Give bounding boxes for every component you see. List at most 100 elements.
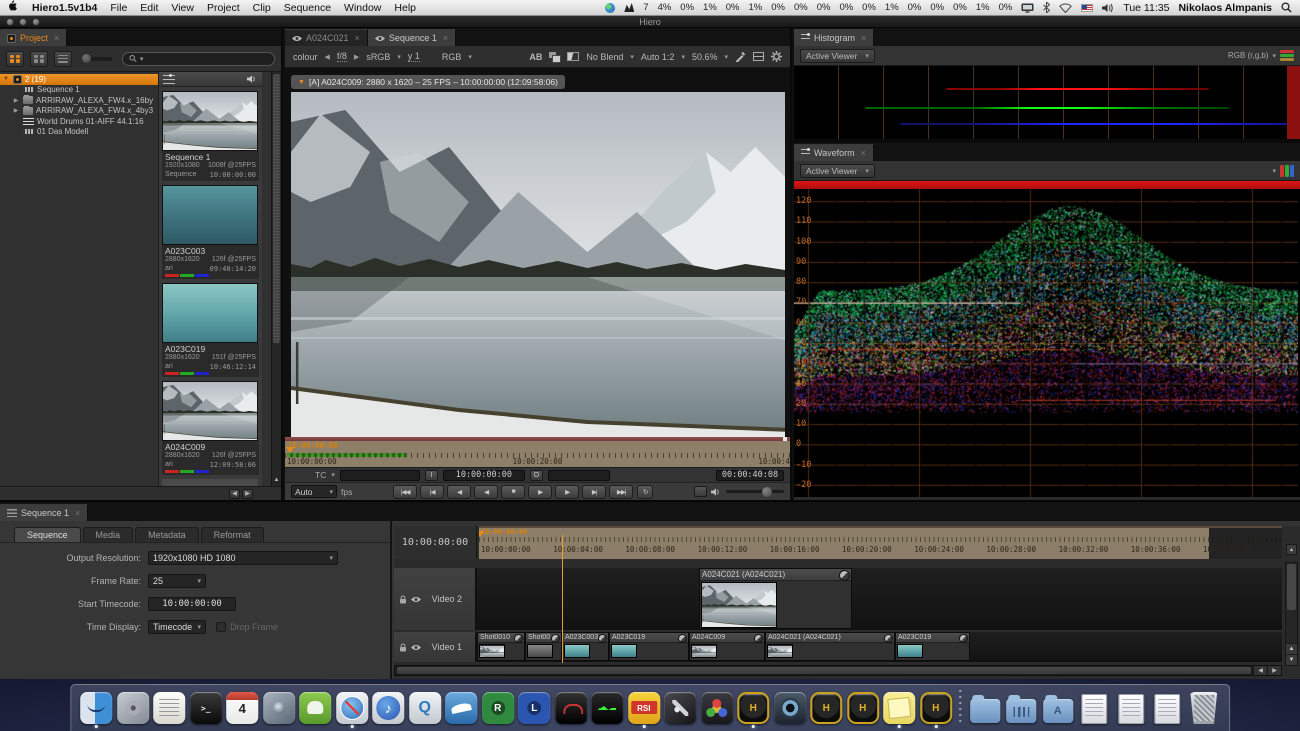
playhead-icon[interactable] <box>479 531 484 541</box>
menu-help[interactable]: Help <box>394 2 416 14</box>
dock-openoffice[interactable] <box>444 688 478 728</box>
out-point-field[interactable] <box>548 470 610 481</box>
next-edit-button[interactable]: ▶| <box>582 485 606 499</box>
safe-area-icon[interactable] <box>753 52 764 61</box>
view-mode-grid-button[interactable] <box>6 51 24 67</box>
colorspace-select[interactable]: sRGB <box>366 52 390 62</box>
zoom-select[interactable]: 50.6% <box>692 52 718 62</box>
fast-user-switch-menu[interactable]: Nikolaos Almpanis <box>1178 2 1272 14</box>
dock-ical[interactable]: 4 <box>225 688 259 728</box>
dock-stack-window-2[interactable] <box>1114 688 1148 728</box>
histogram-mode-label[interactable]: RGB (r,g,b) <box>1228 51 1268 60</box>
track-header[interactable]: Video 2 <box>394 568 477 630</box>
scroll-down-icon[interactable]: ▼ <box>1286 654 1297 665</box>
frame-forward-button[interactable]: ▶ <box>555 485 579 499</box>
tree-item-2-19[interactable]: ▼2 (19) <box>0 74 158 85</box>
dock-hieroplayer[interactable]: H <box>846 688 880 728</box>
dock-quicktime[interactable]: Q <box>408 688 442 728</box>
dock-folder-applications[interactable]: A <box>1041 688 1075 728</box>
rgb-stack-icon[interactable] <box>1280 50 1294 61</box>
current-timecode-field[interactable]: 10:00:00:00 <box>443 470 525 481</box>
ruler-options-button[interactable]: ▴ <box>1286 544 1297 555</box>
tab-sequence[interactable]: Sequence <box>14 527 81 542</box>
view-mode-list-button[interactable] <box>54 51 72 67</box>
tc-mode-select[interactable]: TC <box>315 470 326 480</box>
eye-icon[interactable] <box>411 596 421 603</box>
dock-hiero[interactable]: H <box>736 688 770 728</box>
dock-itunes[interactable] <box>371 688 405 728</box>
mixer-icon[interactable] <box>163 75 175 84</box>
dock-evernote[interactable] <box>298 688 332 728</box>
dock-folder-library[interactable] <box>1004 688 1038 728</box>
setting-output-resolution[interactable]: 1920x1080 HD 1080▾ <box>148 551 338 565</box>
jump-to-end-button[interactable]: ▶▶| <box>609 485 633 499</box>
gear-icon[interactable] <box>771 51 782 62</box>
tree-item-sequence-1[interactable]: Sequence 1 <box>0 85 158 96</box>
tab-media[interactable]: Media <box>83 527 134 542</box>
spotlight-icon[interactable] <box>1281 2 1292 13</box>
bluetooth-menu-icon[interactable] <box>1043 2 1050 13</box>
dock-textedit[interactable] <box>152 688 186 728</box>
search-input[interactable] <box>146 54 268 64</box>
viewer-tab-a024c021[interactable]: A024C021× <box>285 29 368 46</box>
menu-window[interactable]: Window <box>344 2 381 14</box>
volume-menu-icon[interactable] <box>1102 3 1114 13</box>
close-icon[interactable]: × <box>861 33 866 43</box>
wifi-menu-icon[interactable] <box>1059 3 1072 13</box>
track-header[interactable]: Video 1 <box>394 632 477 662</box>
timeline-clip-shot00[interactable]: Shot00 <box>525 632 562 661</box>
dock-photo-booth[interactable] <box>262 688 296 728</box>
volume-slider[interactable] <box>726 490 784 493</box>
viewer-tab-sequence-1[interactable]: Sequence 1× <box>368 29 456 46</box>
rgb-parade-icon[interactable] <box>1280 165 1294 177</box>
menu-file[interactable]: File <box>110 2 127 14</box>
tab-reformat[interactable]: Reformat <box>201 527 264 542</box>
setting-time-display[interactable]: Timecode▾ <box>148 620 206 634</box>
dock-disk-utility[interactable] <box>116 688 150 728</box>
tab-waveform[interactable]: Waveform × <box>794 144 874 161</box>
dock-rsiguard[interactable]: RSI <box>627 688 661 728</box>
close-icon[interactable]: × <box>861 148 866 158</box>
dock-pinwheel-l[interactable]: L <box>517 688 551 728</box>
scroll-left-button[interactable]: ◀ <box>229 489 240 499</box>
input-language-flag-icon[interactable] <box>1081 4 1093 12</box>
timeline-vscrollbar[interactable]: ▲ ▼ <box>1285 562 1298 666</box>
setting-frame-rate[interactable]: 25▾ <box>148 574 206 588</box>
lock-icon[interactable] <box>399 643 407 652</box>
blend-mode-select[interactable]: No Blend <box>586 52 623 62</box>
timeline-clip-a024c021-a024c021[interactable]: A024C021 (A024C021) <box>765 632 895 661</box>
dock-nuke[interactable] <box>773 688 807 728</box>
dock-hiero-2[interactable]: H <box>809 688 843 728</box>
viewer-info-bar[interactable]: ▼ [A] A024C009: 2880 x 1620 – 25 FPS – 1… <box>291 75 565 89</box>
drop-frame-checkbox[interactable] <box>216 622 226 632</box>
histogram-source-select[interactable]: Active Viewer▾ <box>800 49 875 63</box>
bin-clip-sequence-1[interactable]: Sequence 11920x10801008f @25FPSSequence1… <box>162 91 259 181</box>
dock-safari[interactable] <box>335 688 369 728</box>
menu-clip[interactable]: Clip <box>253 2 271 14</box>
project-search-field[interactable]: ▾ <box>122 52 275 66</box>
close-icon[interactable]: × <box>75 508 80 518</box>
thumbnail-size-slider[interactable] <box>82 57 112 61</box>
scroll-up-icon[interactable]: ▲ <box>1286 643 1297 654</box>
tab-project[interactable]: Project × <box>0 29 67 46</box>
mute-button[interactable] <box>694 486 707 497</box>
lock-icon[interactable] <box>399 595 407 604</box>
previous-edit-button[interactable]: |◀ <box>420 485 444 499</box>
tree-item-arriraw-alexa-fw4-x-16by[interactable]: ▶ARRIRAW_ALEXA_FW4.x_16by <box>0 95 158 106</box>
caret-icon[interactable]: ▼ <box>2 76 10 82</box>
caret-icon[interactable]: ▶ <box>12 97 20 104</box>
fps-select[interactable]: Auto▾ <box>291 485 337 498</box>
tree-item-arriraw-alexa-fw4-x-4by3[interactable]: ▶ARRIRAW_ALEXA_FW4.x_4by3 <box>0 106 158 117</box>
exposure-down-icon[interactable]: ◀ <box>325 53 330 61</box>
duration-field[interactable]: 00:00:40:08 <box>716 470 784 481</box>
set-in-button[interactable]: I <box>425 470 438 481</box>
tab-histogram[interactable]: Histogram × <box>794 29 874 46</box>
tab-sequence-1[interactable]: Sequence 1 × <box>0 504 88 521</box>
dock-dashboard[interactable] <box>554 688 588 728</box>
scroll-right-button[interactable]: ▶ <box>242 489 253 499</box>
jump-to-start-button[interactable]: |◀◀ <box>393 485 417 499</box>
eye-icon[interactable] <box>411 644 421 651</box>
play-reverse-button[interactable]: ◀ <box>474 485 498 499</box>
caret-icon[interactable]: ▶ <box>12 107 20 114</box>
dock-terminal[interactable]: >_ <box>189 688 223 728</box>
